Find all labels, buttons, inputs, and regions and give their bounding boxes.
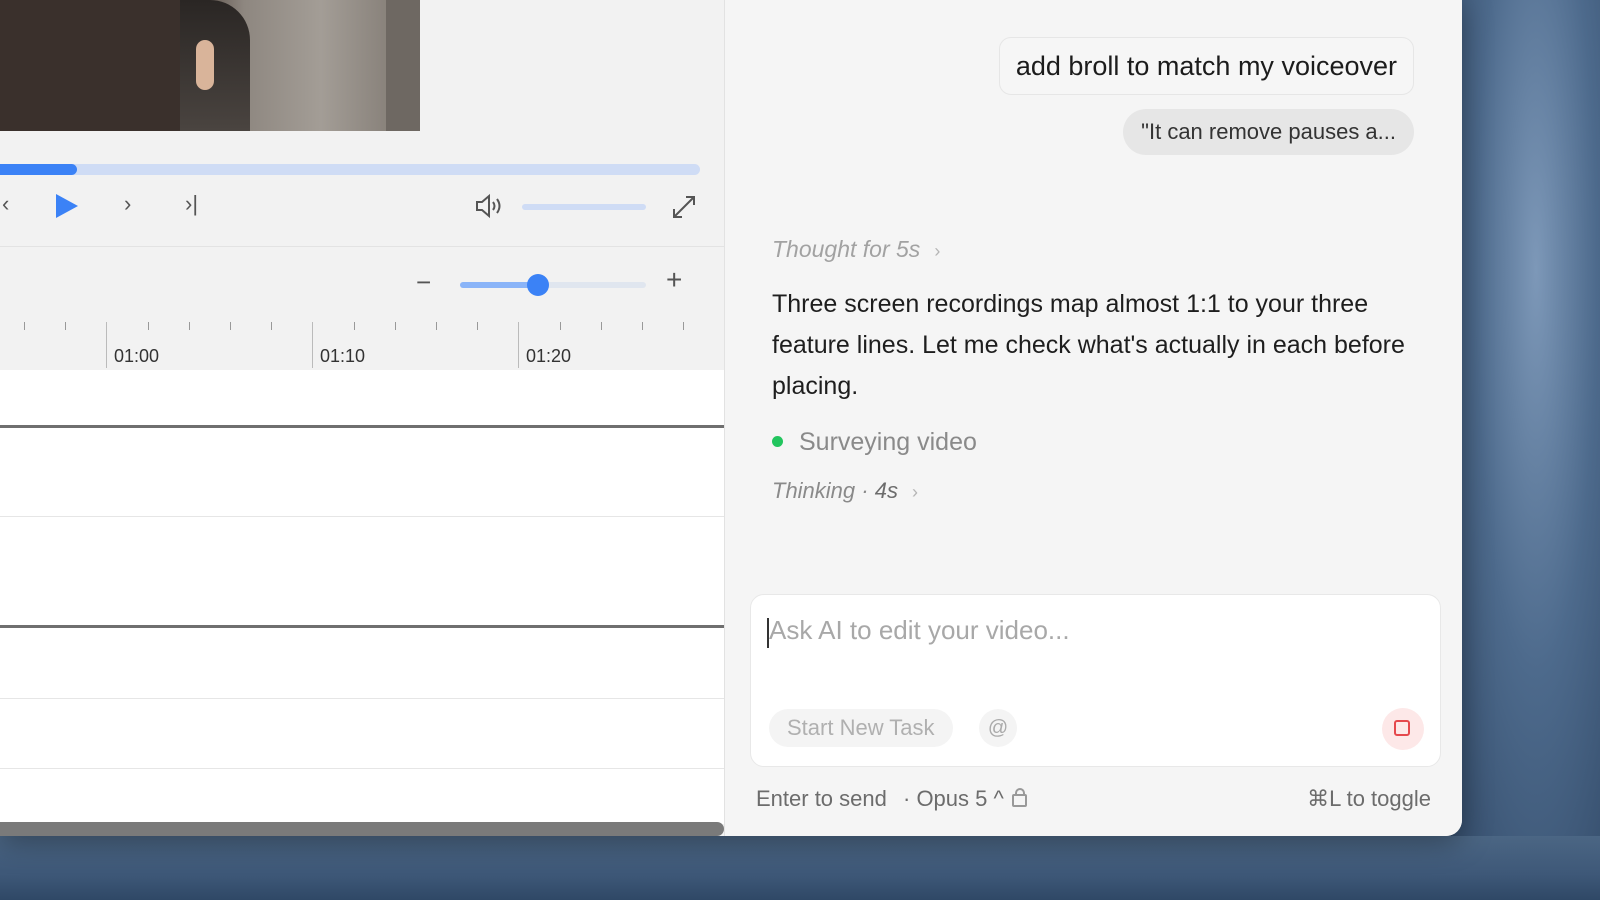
- ruler-tick: [312, 322, 313, 368]
- ruler-tick: [436, 322, 437, 330]
- chat-footer-left: Enter to send · Opus 5 ^: [756, 786, 1027, 812]
- ruler-tick: [148, 322, 149, 330]
- fullscreen-icon[interactable]: [670, 193, 698, 221]
- track-divider: [0, 425, 724, 428]
- timeline-zoom-slider[interactable]: [460, 282, 646, 288]
- mention-button[interactable]: @: [979, 709, 1017, 747]
- video-preview[interactable]: [0, 0, 420, 131]
- thought-label: Thought for 5s: [772, 236, 921, 262]
- ruler-tick: [477, 322, 478, 330]
- timeline-ruler[interactable]: 01:00 01:10 01:20: [0, 322, 724, 370]
- video-editor-panel: ‹ › ›| − + 01:00 01:10 01:20: [0, 0, 725, 836]
- status-indicator: Surveying video: [772, 428, 977, 457]
- timeline-zoom-knob[interactable]: [527, 274, 550, 296]
- ruler-label: 01:20: [526, 346, 572, 366]
- ruler-tick: [395, 322, 396, 330]
- track-divider: [0, 768, 724, 769]
- stop-icon: [1394, 720, 1410, 736]
- track-divider: [0, 698, 724, 699]
- quoted-context-chip[interactable]: "It can remove pauses a...: [1123, 109, 1414, 155]
- volume-slider[interactable]: [522, 204, 646, 210]
- lock-icon: [1011, 788, 1027, 807]
- ruler-tick: [354, 322, 355, 330]
- track-divider: [0, 625, 724, 628]
- timeline-horizontal-scrollbar[interactable]: [0, 822, 724, 836]
- chat-input-placeholder[interactable]: Ask AI to edit your video...: [769, 615, 1070, 646]
- toggle-shortcut-hint: ⌘L to toggle: [1307, 786, 1431, 811]
- desktop-background-bottom: [0, 836, 1600, 900]
- desktop-background: [1440, 0, 1600, 900]
- next-frame-icon[interactable]: ›: [124, 192, 131, 216]
- ruler-tick: [230, 322, 231, 330]
- ruler-tick: [601, 322, 602, 330]
- timeline-tracks[interactable]: [0, 370, 724, 824]
- ruler-tick: [642, 322, 643, 330]
- ruler-label: 01:00: [114, 346, 160, 366]
- skip-to-end-icon[interactable]: ›|: [185, 192, 198, 216]
- zoom-out-icon[interactable]: −: [416, 269, 431, 295]
- user-message-bubble: add broll to match my voiceover: [998, 37, 1414, 95]
- thinking-duration: 4s: [874, 478, 898, 503]
- thinking-label: Thinking: [772, 478, 856, 503]
- previous-frame-icon[interactable]: ‹: [2, 192, 9, 216]
- status-dot-icon: [772, 436, 783, 447]
- ruler-tick: [560, 322, 561, 330]
- volume-icon[interactable]: [474, 193, 504, 219]
- zoom-in-icon[interactable]: +: [666, 266, 682, 294]
- chevron-right-icon: ›: [934, 241, 941, 261]
- ruler-tick: [271, 322, 272, 330]
- ruler-tick: [189, 322, 190, 330]
- ai-chat-panel: add broll to match my voiceover "It can …: [725, 0, 1462, 836]
- chevron-right-icon: ›: [911, 482, 918, 502]
- chat-input-box[interactable]: Ask AI to edit your video... Start New T…: [750, 594, 1441, 767]
- assistant-message: Three screen recordings map almost 1:1 t…: [772, 290, 1405, 400]
- model-selector[interactable]: · Opus 5 ^: [903, 786, 1004, 811]
- app-window: ‹ › ›| − + 01:00 01:10 01:20 add broll t…: [0, 0, 1462, 836]
- ruler-tick: [106, 322, 107, 368]
- ruler-label: 01:10: [320, 346, 366, 366]
- start-new-task-button[interactable]: Start New Task: [769, 709, 953, 747]
- ruler-tick: [518, 322, 519, 368]
- ruler-tick: [65, 322, 66, 330]
- track-divider: [0, 516, 724, 517]
- thinking-toggle[interactable]: Thinking · 4s ›: [772, 478, 918, 504]
- stop-button[interactable]: [1382, 708, 1424, 750]
- enter-to-send-hint: Enter to send: [756, 786, 887, 811]
- playback-progress-bar[interactable]: [0, 164, 700, 175]
- ruler-tick: [683, 322, 684, 330]
- ruler-tick: [24, 322, 25, 330]
- status-text: Surveying video: [799, 428, 977, 456]
- thought-toggle[interactable]: Thought for 5s ›: [772, 236, 940, 263]
- play-icon[interactable]: [56, 194, 78, 218]
- preview-area: [420, 0, 724, 131]
- playback-progress-fill: [0, 164, 77, 175]
